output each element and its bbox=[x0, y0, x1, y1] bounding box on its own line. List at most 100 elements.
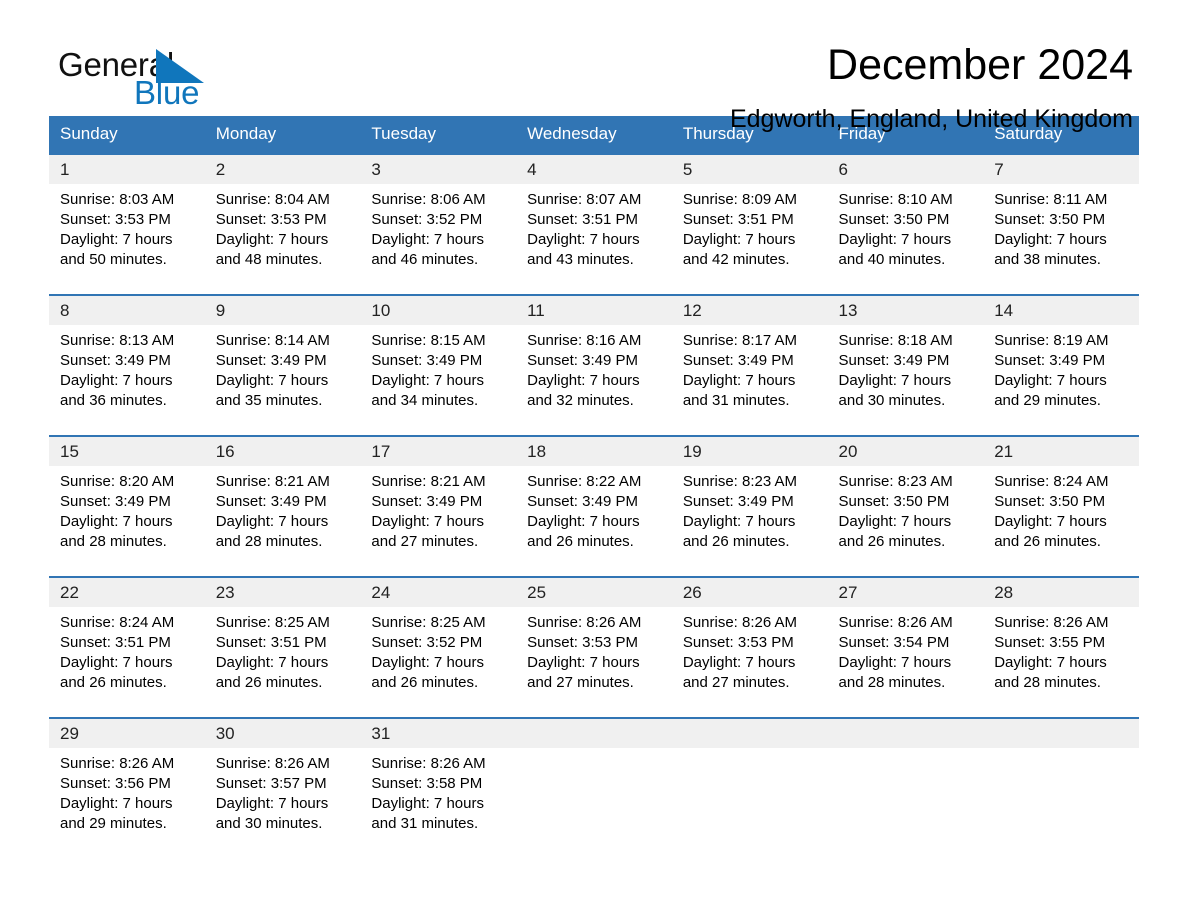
sunrise-text: Sunrise: 8:22 AM bbox=[527, 473, 642, 490]
day-details: Sunrise: 8:14 AM Sunset: 3:49 PM Daylight:… bbox=[205, 325, 361, 421]
day-cell[interactable]: 12 Sunrise: 8:17 AM Sunset: 3:49 PM Dayligh… bbox=[671, 294, 828, 421]
daylight-text-line2: and 30 minutes. bbox=[215, 815, 323, 832]
day-cell[interactable]: 1 Sunrise: 8:03 AM Sunset: 3:53 PM Daylight… bbox=[49, 153, 205, 280]
day-cell-empty bbox=[671, 717, 828, 844]
day-cell[interactable]: 2 Sunrise: 8:04 AM Sunset: 3:53 PM Daylight… bbox=[204, 153, 361, 280]
calendar-table: Sunday Monday Tuesday Wednesday Thursday… bbox=[49, 116, 1139, 844]
daylight-text-line2: and 26 minutes. bbox=[682, 533, 790, 550]
sunrise-text: Sunrise: 8:24 AM bbox=[994, 473, 1109, 490]
daylight-text-line1: Daylight: 7 hours bbox=[60, 513, 173, 530]
daylight-text-line1: Daylight: 7 hours bbox=[215, 372, 329, 389]
day-number: 8 bbox=[49, 296, 205, 325]
day-cell[interactable]: 28 Sunrise: 8:26 AM Sunset: 3:55 PM Dayligh… bbox=[983, 576, 1139, 703]
day-cell[interactable]: 4 Sunrise: 8:07 AM Sunset: 3:51 PM Daylight… bbox=[516, 153, 672, 280]
sunrise-text: Sunrise: 8:23 AM bbox=[838, 473, 953, 490]
day-cell[interactable]: 5 Sunrise: 8:09 AM Sunset: 3:51 PM Daylight… bbox=[671, 153, 828, 280]
sunrise-text: Sunrise: 8:26 AM bbox=[60, 755, 175, 772]
day-number: 15 bbox=[49, 437, 205, 466]
daylight-text-line1: Daylight: 7 hours bbox=[527, 513, 640, 530]
day-cell[interactable]: 7 Sunrise: 8:11 AM Sunset: 3:50 PM Daylight… bbox=[983, 153, 1139, 280]
day-cell[interactable]: 14 Sunrise: 8:19 AM Sunset: 3:49 PM Dayligh… bbox=[983, 294, 1139, 421]
day-cell[interactable]: 21 Sunrise: 8:24 AM Sunset: 3:50 PM Dayligh… bbox=[983, 435, 1139, 562]
sunset-text: Sunset: 3:49 PM bbox=[215, 352, 327, 369]
day-details: Sunrise: 8:13 AM Sunset: 3:49 PM Daylight:… bbox=[49, 325, 205, 421]
daylight-text-line2: and 36 minutes. bbox=[60, 392, 167, 409]
day-cell[interactable]: 3 Sunrise: 8:06 AM Sunset: 3:52 PM Daylight… bbox=[360, 153, 517, 280]
day-cell[interactable]: 22 Sunrise: 8:24 AM Sunset: 3:51 PM Dayligh… bbox=[49, 576, 205, 703]
sunset-text: Sunset: 3:49 PM bbox=[371, 493, 483, 510]
daylight-text-line1: Daylight: 7 hours bbox=[60, 654, 173, 671]
daylight-text-line2: and 35 minutes. bbox=[215, 392, 323, 409]
day-details: Sunrise: 8:21 AM Sunset: 3:49 PM Daylight:… bbox=[360, 466, 516, 562]
day-cell[interactable]: 6 Sunrise: 8:10 AM Sunset: 3:50 PM Daylight… bbox=[827, 153, 984, 280]
daylight-text-line2: and 48 minutes. bbox=[215, 251, 323, 268]
day-cell[interactable]: 10 Sunrise: 8:15 AM Sunset: 3:49 PM Dayligh… bbox=[360, 294, 517, 421]
day-cell[interactable]: 27 Sunrise: 8:26 AM Sunset: 3:54 PM Dayligh… bbox=[827, 576, 984, 703]
day-cell[interactable]: 17 Sunrise: 8:21 AM Sunset: 3:49 PM Dayligh… bbox=[360, 435, 517, 562]
day-cell[interactable]: 30 Sunrise: 8:26 AM Sunset: 3:57 PM Dayligh… bbox=[204, 717, 361, 844]
day-number: 13 bbox=[827, 296, 984, 325]
daylight-text-line1: Daylight: 7 hours bbox=[994, 654, 1107, 671]
week-spacer bbox=[49, 562, 1139, 577]
sunset-text: Sunset: 3:49 PM bbox=[215, 493, 327, 510]
day-number bbox=[827, 719, 984, 748]
day-cell[interactable]: 20 Sunrise: 8:23 AM Sunset: 3:50 PM Dayligh… bbox=[827, 435, 984, 562]
day-cell[interactable]: 11 Sunrise: 8:16 AM Sunset: 3:49 PM Dayligh… bbox=[516, 294, 672, 421]
day-number: 1 bbox=[49, 155, 205, 184]
daylight-text-line2: and 28 minutes. bbox=[60, 533, 167, 550]
sunset-text: Sunset: 3:49 PM bbox=[371, 352, 483, 369]
daylight-text-line1: Daylight: 7 hours bbox=[838, 231, 952, 248]
day-cell[interactable]: 31 Sunrise: 8:26 AM Sunset: 3:58 PM Dayligh… bbox=[360, 717, 517, 844]
daylight-text-line1: Daylight: 7 hours bbox=[215, 231, 329, 248]
day-cell[interactable]: 13 Sunrise: 8:18 AM Sunset: 3:49 PM Dayligh… bbox=[827, 294, 984, 421]
week-spacer bbox=[49, 280, 1139, 295]
sunset-text: Sunset: 3:51 PM bbox=[215, 634, 327, 651]
sunrise-text: Sunrise: 8:26 AM bbox=[682, 614, 798, 631]
day-cell[interactable]: 24 Sunrise: 8:25 AM Sunset: 3:52 PM Dayligh… bbox=[360, 576, 517, 703]
day-details: Sunrise: 8:19 AM Sunset: 3:49 PM Daylight:… bbox=[983, 325, 1139, 421]
week-spacer-cell bbox=[49, 703, 1139, 718]
day-details: Sunrise: 8:24 AM Sunset: 3:50 PM Daylight:… bbox=[983, 466, 1139, 562]
day-cell[interactable]: 19 Sunrise: 8:23 AM Sunset: 3:49 PM Dayligh… bbox=[671, 435, 828, 562]
day-details: Sunrise: 8:26 AM Sunset: 3:58 PM Daylight:… bbox=[360, 748, 516, 844]
day-cell-empty bbox=[827, 717, 984, 844]
sunset-text: Sunset: 3:58 PM bbox=[371, 775, 483, 792]
daylight-text-line1: Daylight: 7 hours bbox=[215, 795, 329, 812]
daylight-text-line1: Daylight: 7 hours bbox=[838, 513, 952, 530]
daylight-text-line2: and 46 minutes. bbox=[371, 251, 479, 268]
sunset-text: Sunset: 3:51 PM bbox=[60, 634, 171, 651]
daylight-text-line1: Daylight: 7 hours bbox=[994, 513, 1107, 530]
sunset-text: Sunset: 3:49 PM bbox=[527, 493, 639, 510]
day-number: 21 bbox=[983, 437, 1139, 466]
day-cell[interactable]: 16 Sunrise: 8:21 AM Sunset: 3:49 PM Dayligh… bbox=[204, 435, 361, 562]
day-cell[interactable]: 18 Sunrise: 8:22 AM Sunset: 3:49 PM Dayligh… bbox=[516, 435, 672, 562]
day-cell[interactable]: 8 Sunrise: 8:13 AM Sunset: 3:49 PM Daylight… bbox=[49, 294, 205, 421]
day-details: Sunrise: 8:07 AM Sunset: 3:51 PM Daylight:… bbox=[516, 184, 672, 280]
daylight-text-line2: and 31 minutes. bbox=[371, 815, 479, 832]
day-number: 22 bbox=[49, 578, 205, 607]
daylight-text-line1: Daylight: 7 hours bbox=[682, 513, 796, 530]
day-details: Sunrise: 8:26 AM Sunset: 3:53 PM Daylight:… bbox=[672, 607, 828, 703]
day-cell[interactable]: 23 Sunrise: 8:25 AM Sunset: 3:51 PM Dayligh… bbox=[204, 576, 361, 703]
day-details: Sunrise: 8:23 AM Sunset: 3:50 PM Daylight:… bbox=[828, 466, 984, 562]
sunset-text: Sunset: 3:49 PM bbox=[60, 493, 171, 510]
sunset-text: Sunset: 3:49 PM bbox=[60, 352, 171, 369]
day-details: Sunrise: 8:03 AM Sunset: 3:53 PM Daylight:… bbox=[49, 184, 205, 280]
sunset-text: Sunset: 3:57 PM bbox=[215, 775, 327, 792]
generalblue-logo[interactable]: General Blue bbox=[58, 46, 318, 114]
day-details bbox=[516, 748, 672, 764]
day-cell-empty bbox=[516, 717, 672, 844]
daylight-text-line1: Daylight: 7 hours bbox=[371, 513, 484, 530]
sunrise-text: Sunrise: 8:14 AM bbox=[215, 332, 330, 349]
day-cell[interactable]: 15 Sunrise: 8:20 AM Sunset: 3:49 PM Dayligh… bbox=[49, 435, 205, 562]
daylight-text-line2: and 42 minutes. bbox=[682, 251, 790, 268]
day-number: 2 bbox=[204, 155, 361, 184]
daylight-text-line1: Daylight: 7 hours bbox=[527, 231, 640, 248]
day-number: 29 bbox=[49, 719, 205, 748]
day-cell[interactable]: 9 Sunrise: 8:14 AM Sunset: 3:49 PM Daylight… bbox=[204, 294, 361, 421]
day-number: 4 bbox=[516, 155, 672, 184]
sunrise-text: Sunrise: 8:25 AM bbox=[371, 614, 486, 631]
day-cell[interactable]: 29 Sunrise: 8:26 AM Sunset: 3:56 PM Dayligh… bbox=[49, 717, 205, 844]
day-cell[interactable]: 25 Sunrise: 8:26 AM Sunset: 3:53 PM Dayligh… bbox=[516, 576, 672, 703]
day-cell[interactable]: 26 Sunrise: 8:26 AM Sunset: 3:53 PM Dayligh… bbox=[671, 576, 828, 703]
